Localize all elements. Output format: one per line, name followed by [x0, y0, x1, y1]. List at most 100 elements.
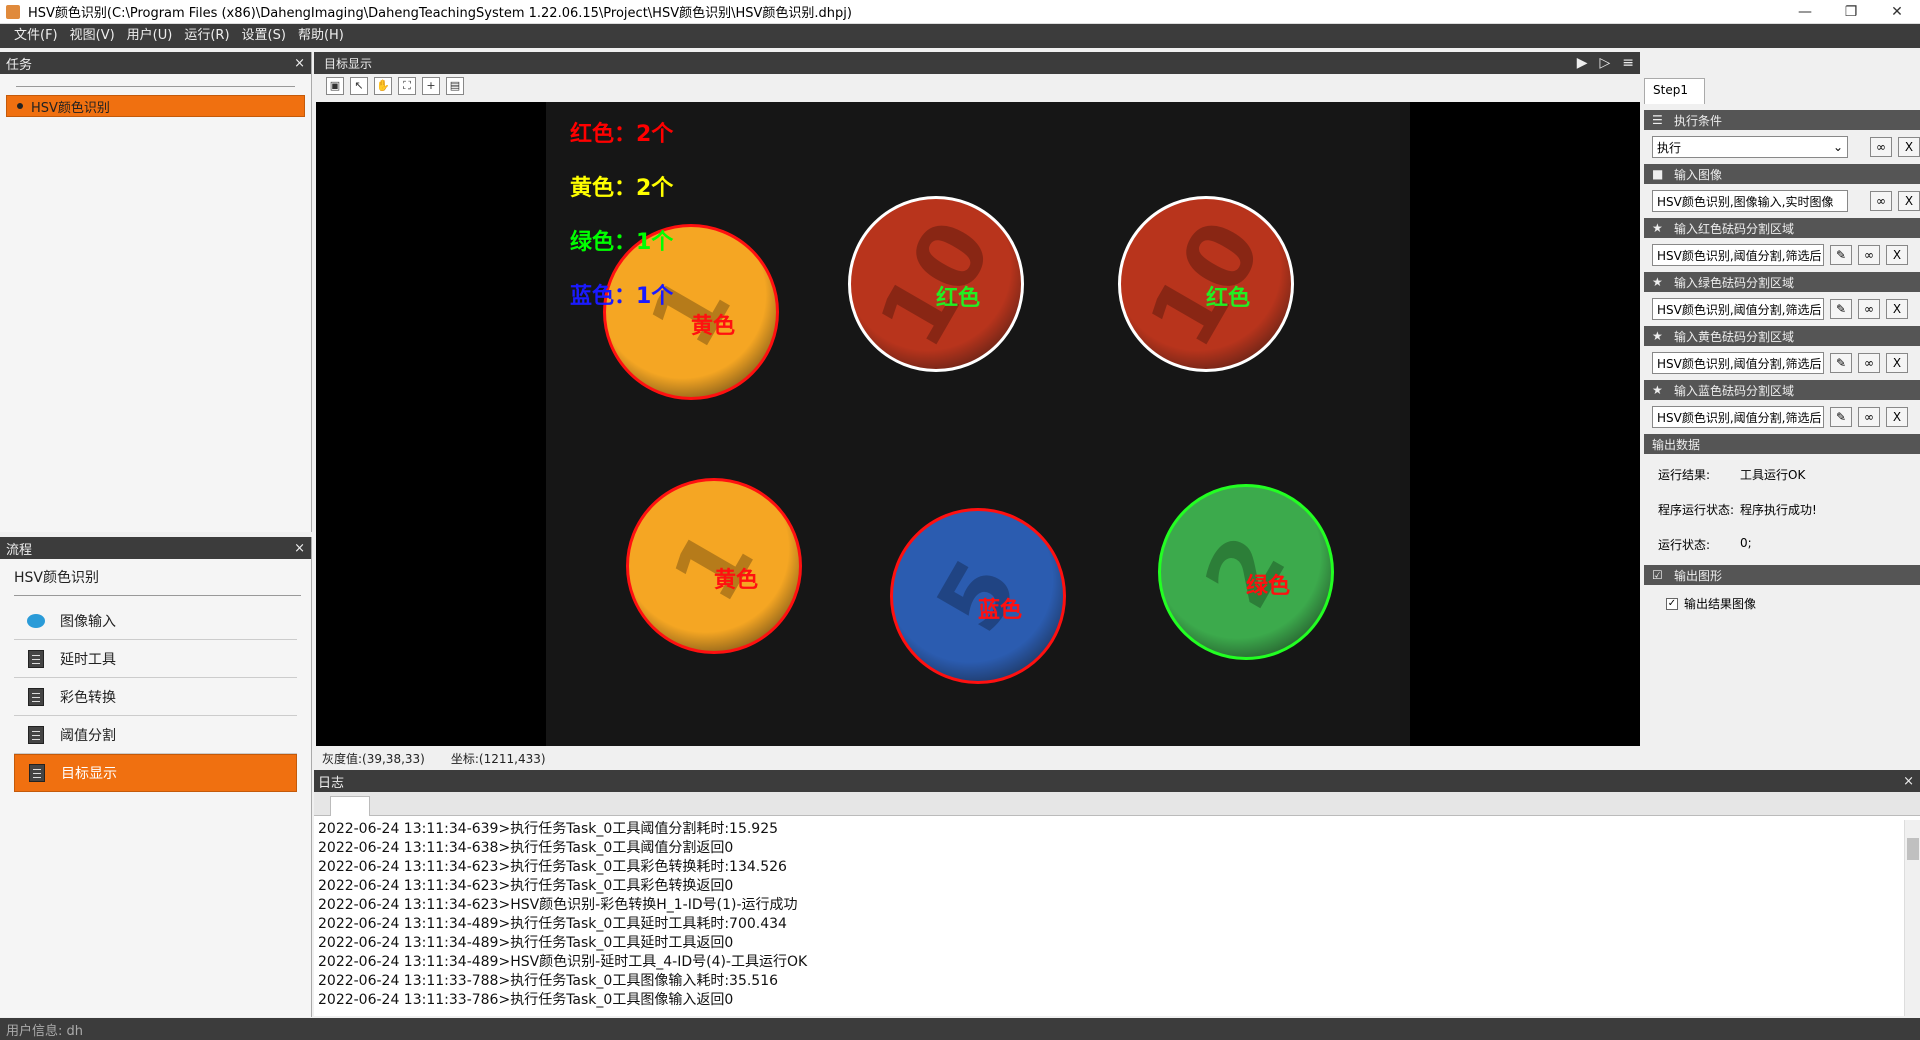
- checkbox-checked-icon[interactable]: ☑: [1652, 568, 1674, 582]
- edit-pen-button[interactable]: ✎: [1830, 245, 1852, 265]
- menu-settings[interactable]: 设置(S): [236, 24, 292, 48]
- section-green-region[interactable]: ★ 输入绿色砝码分割区域: [1644, 272, 1920, 292]
- minimize-button[interactable]: —: [1782, 0, 1828, 24]
- run-state-value: 0;: [1740, 536, 1752, 550]
- edit-pen-button[interactable]: ✎: [1830, 299, 1852, 319]
- task-item-hsv[interactable]: HSV颜色识别: [6, 95, 305, 117]
- log-line: 2022-06-24 13:11:34-623>执行任务Task_0工具彩色转换…: [318, 859, 787, 875]
- flow-step-threshold[interactable]: 阈值分割: [14, 716, 297, 754]
- menu-view[interactable]: 视图(V): [64, 24, 121, 48]
- program-status-row: 程序运行状态: 程序执行成功!: [1644, 489, 1920, 524]
- document-icon: [26, 687, 46, 707]
- flow-step-label: 阈值分割: [60, 727, 116, 744]
- link-button[interactable]: ∞: [1870, 137, 1892, 157]
- run-result-label: 运行结果:: [1658, 468, 1711, 482]
- section-blue-region[interactable]: ★ 输入蓝色砝码分割区域: [1644, 380, 1920, 400]
- log-scroll-thumb[interactable]: [1907, 838, 1919, 860]
- menu-file[interactable]: 文件(F): [8, 24, 64, 48]
- save-tool-icon[interactable]: ▤: [446, 77, 464, 95]
- log-line: 2022-06-24 13:11:33-788>执行任务Task_0工具图像输入…: [318, 973, 779, 989]
- edit-pen-button[interactable]: ✎: [1830, 353, 1852, 373]
- red-region-field[interactable]: HSV颜色识别,阈值分割,筛选后: [1652, 244, 1824, 266]
- gray-value-readout: 灰度值:(39,38,33): [322, 751, 425, 766]
- link-button[interactable]: ∞: [1870, 191, 1892, 211]
- flow-divider: [14, 595, 301, 596]
- link-button[interactable]: ∞: [1858, 407, 1880, 427]
- fit-view-tool-icon[interactable]: ⛶: [398, 77, 416, 95]
- maximize-button[interactable]: ❐: [1828, 0, 1874, 24]
- menu-help[interactable]: 帮助(H): [292, 24, 350, 48]
- clear-button[interactable]: X: [1898, 137, 1920, 157]
- step-run-icon[interactable]: ▷: [1599, 55, 1610, 71]
- green-region-field[interactable]: HSV颜色识别,阈值分割,筛选后: [1652, 298, 1824, 320]
- log-header: 日志 ×: [314, 770, 1920, 792]
- select-box-tool-icon[interactable]: ▣: [326, 77, 344, 95]
- prop-tabs: Step1: [1644, 78, 1705, 104]
- flow-step-color-convert[interactable]: 彩色转换: [14, 678, 297, 716]
- program-status-label: 程序运行状态:: [1658, 503, 1735, 517]
- program-status-value: 程序执行成功!: [1740, 503, 1817, 517]
- flow-step-label: 延时工具: [60, 651, 116, 668]
- section-title: 输入蓝色砝码分割区域: [1674, 383, 1795, 398]
- document-icon: [27, 763, 47, 783]
- document-icon: [26, 725, 46, 745]
- log-line: 2022-06-24 13:11:34-489>HSV颜色识别-延时工具_4-I…: [318, 954, 808, 970]
- section-exec-condition[interactable]: ☰ 执行条件: [1644, 110, 1920, 130]
- input-image-field[interactable]: HSV颜色识别,图像输入,实时图像: [1652, 190, 1848, 212]
- run-state-label: 运行状态:: [1658, 538, 1711, 552]
- edit-pen-button[interactable]: ✎: [1830, 407, 1852, 427]
- section-red-region[interactable]: ★ 输入红色砝码分割区域: [1644, 218, 1920, 238]
- star-icon: ★: [1652, 329, 1663, 343]
- flow-step-image-input[interactable]: 图像输入: [14, 602, 297, 640]
- exec-condition-select[interactable]: 执行 ⌄: [1652, 136, 1848, 158]
- flow-step-delay-tool[interactable]: 延时工具: [14, 640, 297, 678]
- link-button[interactable]: ∞: [1858, 299, 1880, 319]
- star-icon: ★: [1652, 383, 1663, 397]
- clear-button[interactable]: X: [1886, 245, 1908, 265]
- flow-panel-close-button[interactable]: ×: [294, 541, 305, 556]
- log-scrollbar[interactable]: [1904, 820, 1920, 1016]
- clear-button[interactable]: X: [1886, 353, 1908, 373]
- pointer-tool-icon[interactable]: ↖: [350, 77, 368, 95]
- pan-hand-tool-icon[interactable]: ✋: [374, 77, 392, 95]
- output-result-image-checkbox[interactable]: ✓: [1666, 597, 1678, 610]
- run-icon[interactable]: ▶: [1577, 55, 1588, 71]
- flow-step-target-display[interactable]: 目标显示: [14, 754, 297, 792]
- clear-button[interactable]: X: [1886, 299, 1908, 319]
- log-close-button[interactable]: ×: [1903, 774, 1914, 789]
- log-line: 2022-06-24 13:11:34-639>执行任务Task_0工具阈值分割…: [318, 821, 779, 837]
- blue-region-field[interactable]: HSV颜色识别,阈值分割,筛选后: [1652, 406, 1824, 428]
- image-canvas[interactable]: 1 黄色 10 红色 10 红色 1 黄色 5 蓝色 2 绿色 红色：2个 黄色：2个 绿色：1个 蓝…: [316, 102, 1640, 746]
- log-line: 2022-06-24 13:11:34-489>执行任务Task_0工具延时工具…: [318, 935, 734, 951]
- tab-step1[interactable]: Step1: [1644, 78, 1705, 104]
- section-output-graphics[interactable]: ☑ 输出图形: [1644, 565, 1920, 585]
- flow-step-list: 图像输入 延时工具 彩色转换 阈值分割 目标显示: [0, 602, 311, 792]
- clear-button[interactable]: X: [1898, 191, 1920, 211]
- log-tabstrip: [314, 792, 1920, 816]
- section-title: 输出图形: [1674, 568, 1723, 583]
- flow-step-label: 彩色转换: [60, 689, 116, 706]
- log-line: 2022-06-24 13:11:33-786>执行任务Task_0工具图像输入…: [318, 992, 734, 1008]
- section-title: 输入黄色砝码分割区域: [1674, 329, 1795, 344]
- section-title: 执行条件: [1674, 113, 1723, 128]
- link-button[interactable]: ∞: [1858, 353, 1880, 373]
- menu-user[interactable]: 用户(U): [121, 24, 179, 48]
- count-green: 绿色：1个: [570, 230, 674, 255]
- menu-run[interactable]: 运行(R): [178, 24, 235, 48]
- close-window-button[interactable]: ✕: [1874, 0, 1920, 24]
- coin-color-label: 红色: [1205, 286, 1251, 311]
- display-header: 目标显示 ▶ ▷ ≡: [314, 52, 1640, 74]
- section-input-image[interactable]: ■ 输入图像: [1644, 164, 1920, 184]
- crosshair-tool-icon[interactable]: +: [422, 77, 440, 95]
- menu-icon[interactable]: ≡: [1622, 55, 1634, 71]
- flow-project-name: HSV颜色识别: [14, 570, 99, 586]
- star-icon: ★: [1652, 275, 1663, 289]
- log-tab[interactable]: [330, 796, 370, 816]
- clear-button[interactable]: X: [1886, 407, 1908, 427]
- task-panel-close-button[interactable]: ×: [294, 56, 305, 71]
- run-result-value: 工具运行OK: [1740, 468, 1806, 482]
- section-yellow-region[interactable]: ★ 输入黄色砝码分割区域: [1644, 326, 1920, 346]
- yellow-region-field[interactable]: HSV颜色识别,阈值分割,筛选后: [1652, 352, 1824, 374]
- link-button[interactable]: ∞: [1858, 245, 1880, 265]
- display-tab-label[interactable]: 目标显示: [324, 55, 372, 72]
